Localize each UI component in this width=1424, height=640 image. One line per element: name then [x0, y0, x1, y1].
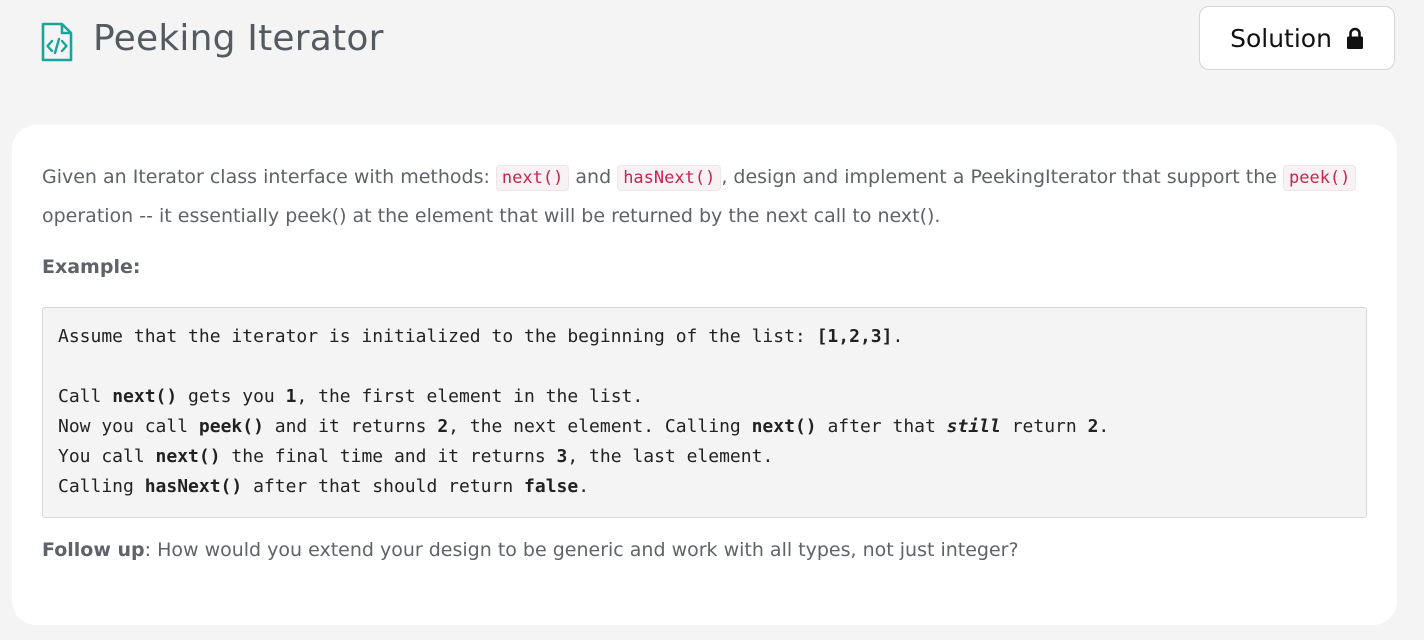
follow-up-text: Follow up: How would you extend your des… [42, 539, 1019, 561]
inline-code-next: next() [495, 165, 570, 191]
inline-code-hasnext: hasNext() [617, 165, 722, 191]
lock-icon [1346, 27, 1363, 49]
description-text: and [575, 166, 612, 188]
solution-button-label: Solution [1230, 23, 1332, 53]
code-segment: return [1000, 416, 1088, 437]
code-file-icon [41, 22, 73, 62]
code-line: You call next() the final time and it re… [58, 442, 1351, 472]
code-segment: , the first element in the list. [296, 386, 644, 407]
code-segment: after that [816, 416, 947, 437]
code-segment: 1 [285, 386, 297, 407]
description-text: , design and implement a PeekingIterator… [721, 166, 1277, 188]
code-segment: the final time and it returns [220, 446, 557, 467]
code-segment: false [524, 476, 579, 497]
code-segment: Calling [58, 476, 145, 497]
code-segment: [1,2,3] [816, 326, 893, 347]
problem-description: Given an Iterator class interface with m… [42, 158, 1367, 235]
follow-up-label: Follow up [42, 539, 145, 561]
example-heading: Example: [42, 256, 141, 278]
code-segment: Assume that the iterator is initialized … [58, 326, 817, 347]
code-segment: . [578, 476, 590, 497]
code-segment: . [1098, 416, 1110, 437]
code-segment: next() [751, 416, 817, 437]
code-line: Assume that the iterator is initialized … [58, 322, 1351, 352]
code-line: Now you call peek() and it returns 2, th… [58, 412, 1351, 442]
description-text: Given an Iterator class interface with m… [42, 166, 490, 188]
page-title: Peeking Iterator [93, 18, 384, 59]
code-segment: still [946, 416, 1001, 437]
code-segment: and it returns [263, 416, 438, 437]
code-segment: , the last element. [567, 446, 774, 467]
follow-up-question: : How would you extend your design to be… [144, 539, 1019, 561]
code-segment: peek() [198, 416, 264, 437]
code-segment: , the next element. Calling [448, 416, 752, 437]
solution-button[interactable]: Solution [1199, 6, 1395, 70]
code-segment: hasNext() [144, 476, 243, 497]
code-segment: 2 [1087, 416, 1099, 437]
code-segment: 3 [556, 446, 568, 467]
code-segment: You call [58, 446, 156, 467]
code-line: Call next() gets you 1, the first elemen… [58, 382, 1351, 412]
problem-description-card: Given an Iterator class interface with m… [12, 125, 1397, 625]
code-segment: Now you call [58, 416, 199, 437]
code-segment: after that should return [242, 476, 525, 497]
code-segment: gets you [177, 386, 286, 407]
code-segment: Call [58, 386, 113, 407]
code-segment: next() [155, 446, 221, 467]
code-segment: . [892, 326, 904, 347]
inline-code-peek: peek() [1282, 165, 1357, 191]
code-segment: next() [112, 386, 178, 407]
description-text: operation -- it essentially peek() at th… [42, 205, 941, 227]
code-line: Calling hasNext() after that should retu… [58, 472, 1351, 502]
example-code-block: Assume that the iterator is initialized … [42, 307, 1367, 518]
problem-header: Peeking Iterator Solution [0, 0, 1424, 90]
code-segment: 2 [437, 416, 449, 437]
